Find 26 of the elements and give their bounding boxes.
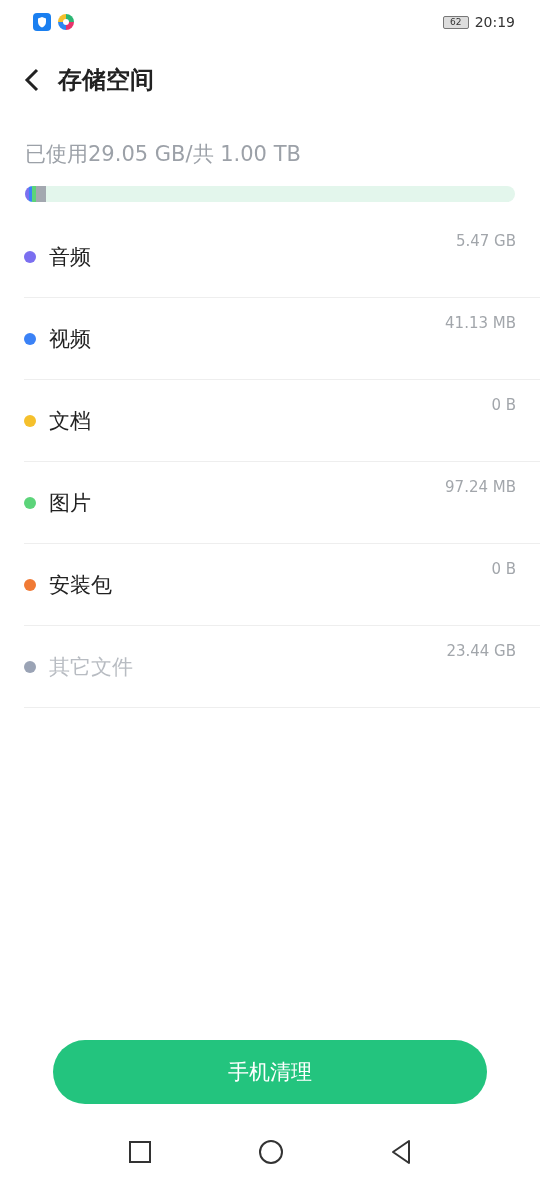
- category-row[interactable]: 文档 0 B: [24, 380, 540, 462]
- colorful-app-icon: [57, 13, 75, 31]
- category-name: 视频: [49, 325, 91, 353]
- category-name: 安装包: [49, 571, 112, 599]
- category-row[interactable]: 音频 5.47 GB: [24, 216, 540, 298]
- battery-icon: 62: [442, 15, 469, 29]
- category-size: 0 B: [491, 560, 516, 578]
- category-size: 5.47 GB: [455, 232, 516, 250]
- category-name: 文档: [49, 407, 91, 435]
- category-size: 41.13 MB: [445, 314, 516, 332]
- shield-app-icon: [33, 13, 51, 31]
- recents-button[interactable]: [128, 1140, 152, 1164]
- category-name: 图片: [49, 489, 91, 517]
- category-size: 0 B: [491, 396, 516, 414]
- category-row[interactable]: 图片 97.24 MB: [24, 462, 540, 544]
- back-nav-button[interactable]: [390, 1139, 412, 1165]
- page-title: 存储空间: [58, 65, 154, 96]
- category-name: 其它文件: [49, 653, 133, 681]
- category-size: 23.44 GB: [446, 642, 516, 660]
- storage-summary: 已使用29.05 GB/共 1.00 TB: [25, 141, 302, 168]
- category-size: 97.24 MB: [445, 478, 516, 496]
- status-time: 20:19: [474, 14, 515, 30]
- category-row[interactable]: 安装包 0 B: [24, 544, 540, 626]
- category-row[interactable]: 视频 41.13 MB: [24, 298, 540, 380]
- home-button[interactable]: [258, 1139, 284, 1165]
- category-name: 音频: [49, 243, 91, 271]
